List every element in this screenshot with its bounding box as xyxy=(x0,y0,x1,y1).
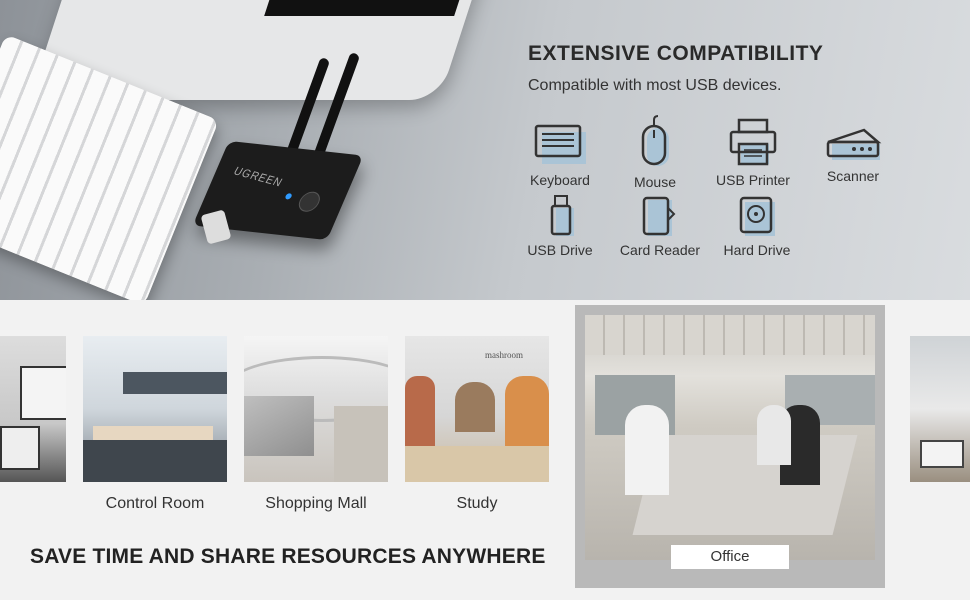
scanner-icon xyxy=(826,128,882,160)
device-hard-drive: Hard Drive xyxy=(709,194,805,258)
device-label: USB Drive xyxy=(527,242,593,258)
keyboard-icon xyxy=(534,124,586,164)
device-keyboard: Keyboard xyxy=(512,122,608,188)
device-scanner: Scanner xyxy=(805,124,901,184)
scene-photo-partial-right xyxy=(910,336,970,482)
compatibility-subtitle: Compatible with most USB devices. xyxy=(528,77,782,94)
scene-label: Study xyxy=(456,495,498,512)
scene-photo-shopping-mall xyxy=(244,336,388,482)
wall-sign: mashroom xyxy=(485,350,523,360)
device-label: Keyboard xyxy=(530,172,590,188)
device-mouse: Mouse xyxy=(607,114,703,190)
scene-photo-control-room xyxy=(83,336,227,482)
printer-icon xyxy=(729,118,777,166)
device-label: Hard Drive xyxy=(723,242,791,258)
device-label: Card Reader xyxy=(619,242,701,258)
tagline: SAVE TIME AND SHARE RESOURCES ANYWHERE xyxy=(30,545,546,568)
compatibility-title: EXTENSIVE COMPATIBILITY xyxy=(528,42,824,65)
usb-drive-icon xyxy=(550,195,574,236)
device-usb-drive: USB Drive xyxy=(512,194,608,258)
brand-logo: UGREEN xyxy=(231,165,286,190)
device-label: Mouse xyxy=(633,174,677,190)
monitor-screen xyxy=(264,0,466,16)
device-label: Scanner xyxy=(826,168,880,184)
device-printer: USB Printer xyxy=(705,116,801,188)
switch-button xyxy=(295,190,324,213)
mouse-icon xyxy=(641,115,669,166)
device-label: USB Printer xyxy=(716,172,790,188)
scene-label: Shopping Mall xyxy=(265,495,367,512)
device-card-reader: Card Reader xyxy=(612,194,708,258)
scene-photo-office xyxy=(585,315,875,560)
scene-photo-study: mashroom xyxy=(405,336,549,482)
hero-banner: UGREEN EXTENSIVE COMPATIBILITY Compatibl… xyxy=(0,0,970,300)
card-reader-icon xyxy=(642,196,676,236)
hard-drive-icon xyxy=(739,196,775,236)
scene-label: Control Room xyxy=(105,495,205,512)
scene-label-office: Office xyxy=(671,545,789,569)
scene-photo-partial-left xyxy=(0,336,66,482)
status-led xyxy=(284,193,293,200)
